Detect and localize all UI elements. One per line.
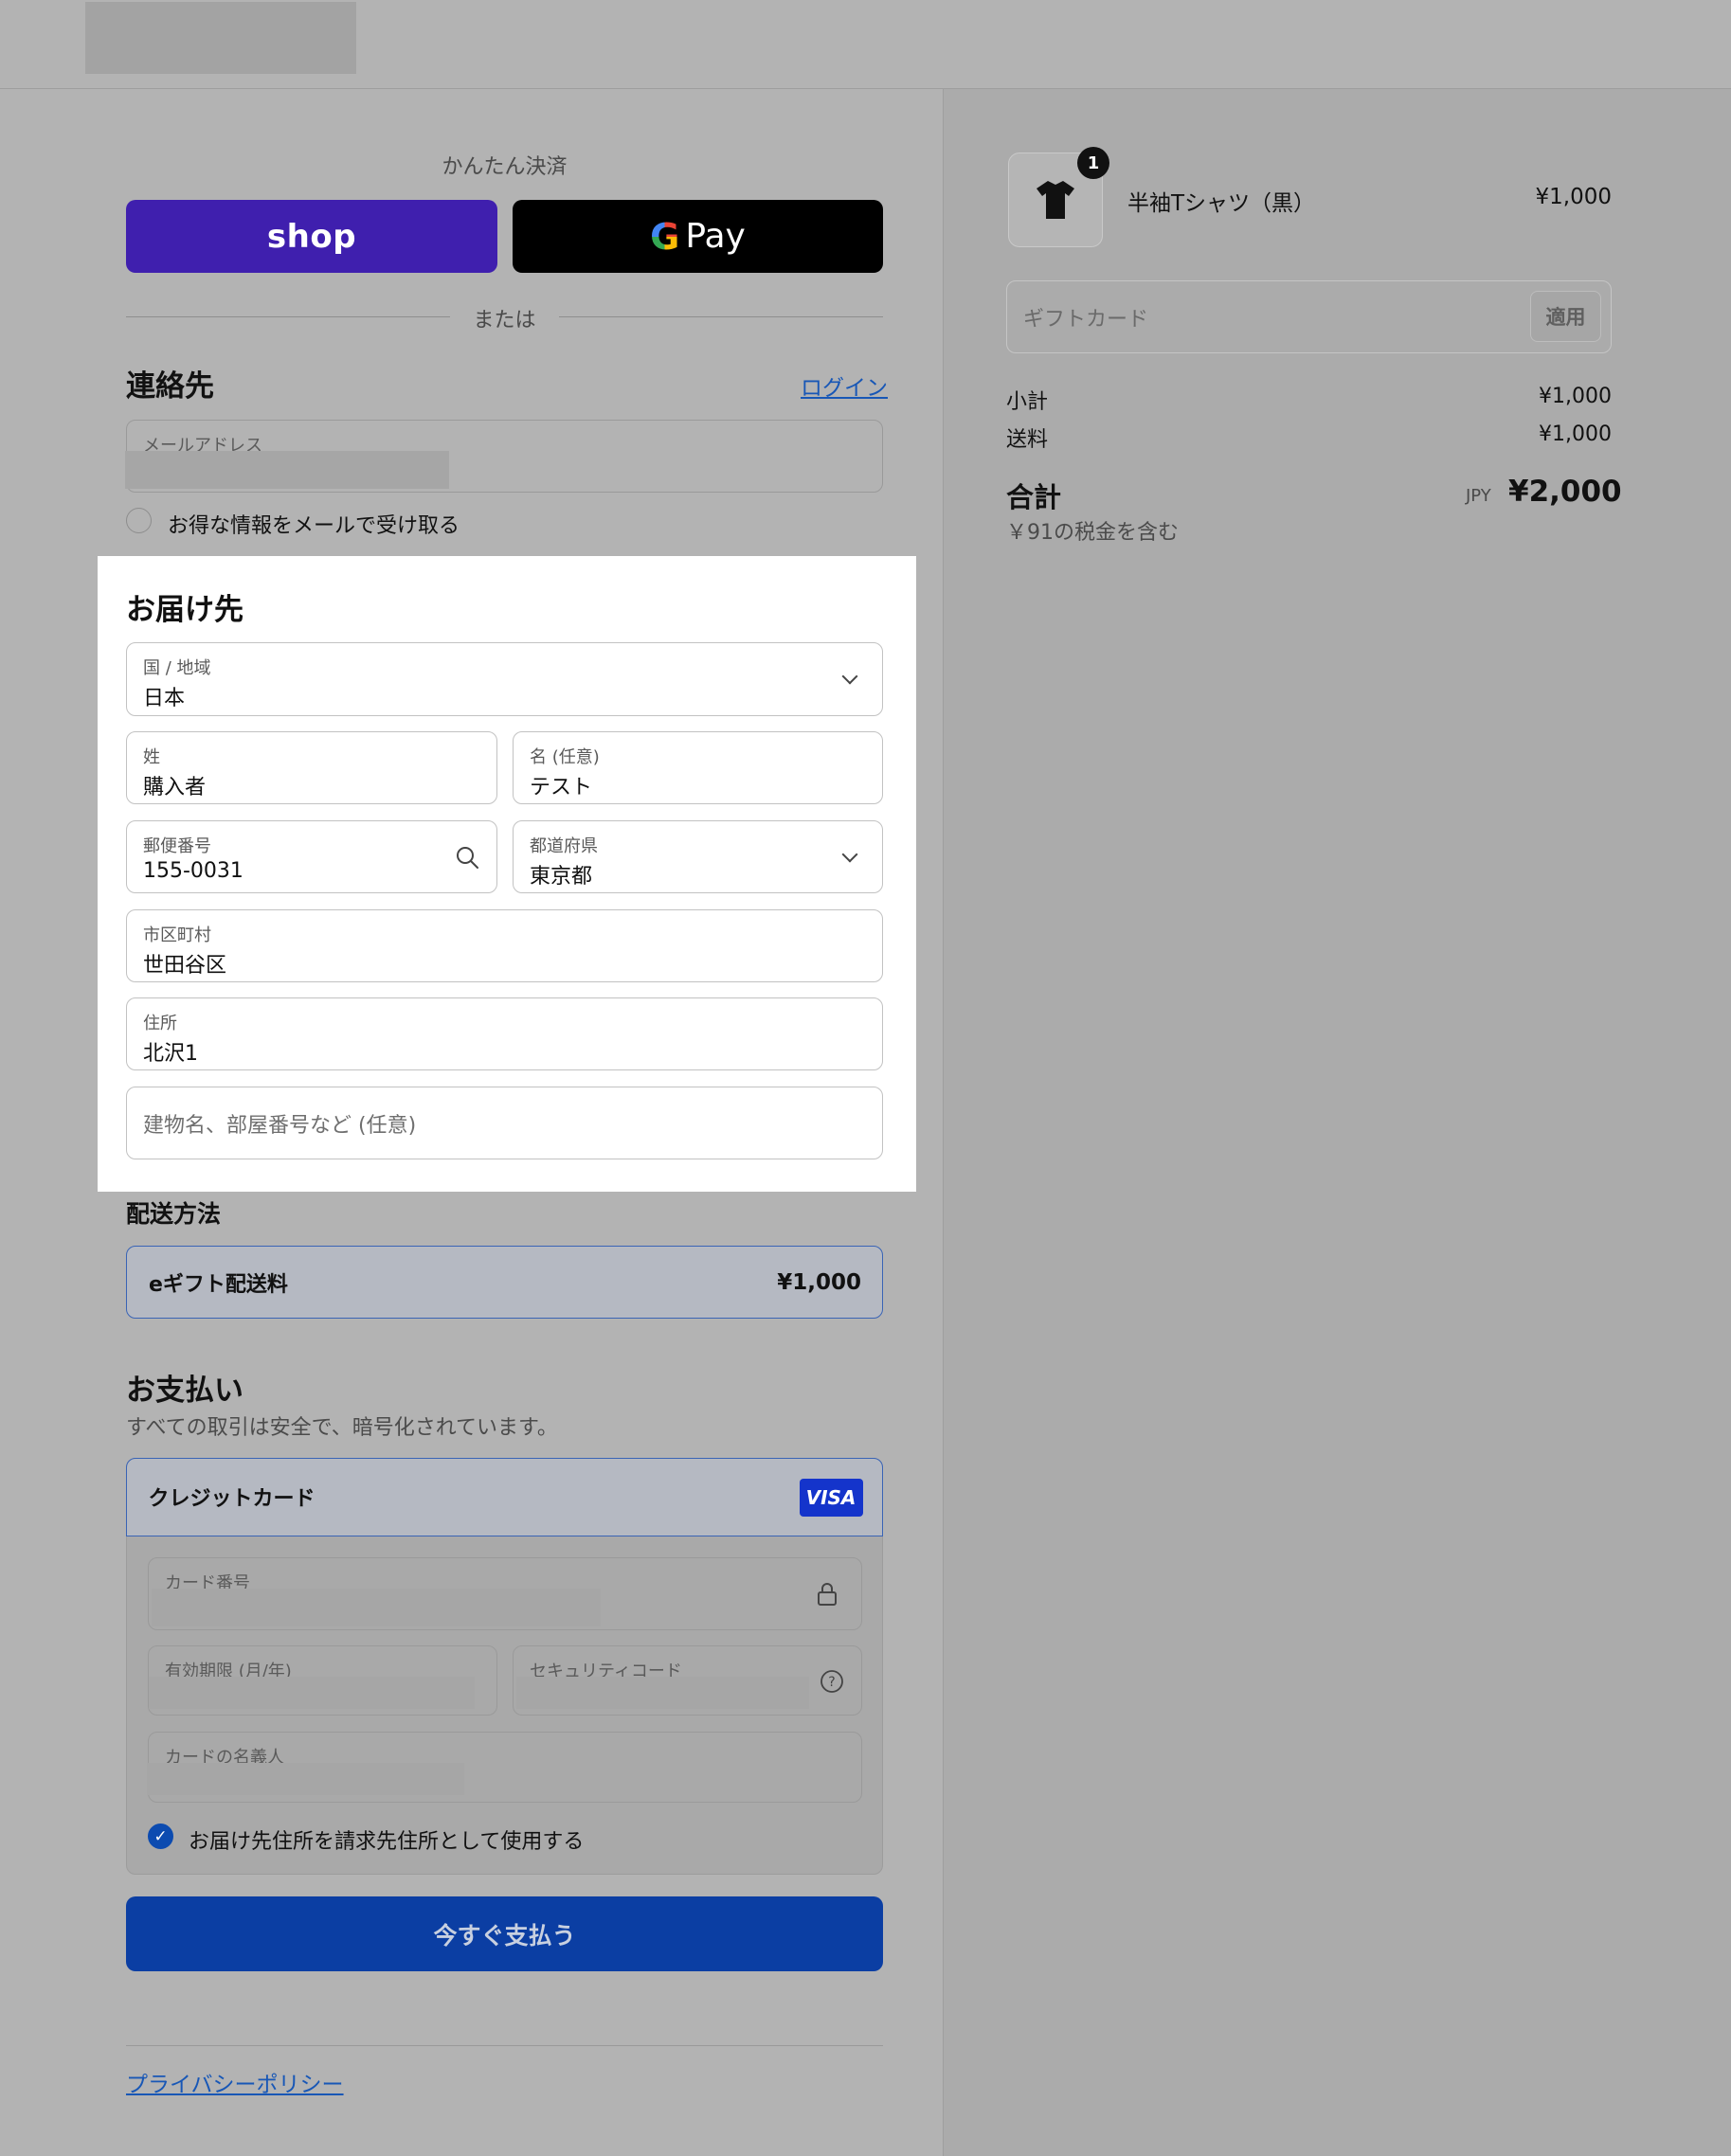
lock-icon — [818, 1583, 837, 1606]
newsletter-checkbox[interactable] — [126, 508, 152, 533]
postal-code-label: 郵便番号 — [143, 836, 211, 856]
country-label: 国 / 地域 — [143, 658, 211, 678]
shipping-label: 送料 — [1006, 428, 1049, 452]
address-value: 北沢1 — [143, 1042, 198, 1066]
email-field[interactable]: メールアドレス — [125, 420, 883, 493]
cardholder-name-redacted — [147, 1763, 464, 1795]
svg-text:?: ? — [828, 1675, 835, 1690]
apply-button[interactable]: 適用 — [1530, 291, 1601, 342]
subtotal-value: ¥1,000 — [1539, 385, 1612, 408]
tshirt-icon — [1037, 181, 1074, 219]
store-logo[interactable] — [85, 2, 356, 74]
shipping-value: ¥1,000 — [1539, 422, 1612, 446]
visa-icon: VISA — [799, 1478, 863, 1517]
product-price: ¥1,000 — [1535, 185, 1612, 209]
building-field[interactable]: 建物名、部屋番号など (任意) — [126, 1087, 883, 1159]
address-label: 住所 — [143, 1014, 177, 1033]
privacy-policy-link[interactable]: プライバシーポリシー — [126, 2066, 344, 2098]
pay-now-button[interactable]: 今すぐ支払う — [126, 1896, 883, 1971]
google-pay-label: Pay — [685, 217, 746, 256]
google-pay-button[interactable]: G Pay — [513, 200, 883, 273]
tax-note: ￥91の税金を含む — [1006, 521, 1179, 545]
address-field[interactable]: 住所 北沢1 — [126, 997, 883, 1070]
chevron-down-icon — [841, 668, 858, 685]
expiry-field[interactable]: 有効期限 (月/年) — [148, 1645, 497, 1716]
google-g-icon: G — [650, 215, 680, 258]
cardholder-name-field[interactable]: カードの名義人 — [147, 1732, 862, 1803]
gift-card-placeholder: ギフトカード — [1023, 307, 1149, 332]
product-name: 半袖Tシャツ（黒） — [1127, 191, 1316, 216]
total-label: 合計 — [1006, 481, 1062, 513]
credit-card-label: クレジットカード — [148, 1487, 316, 1511]
shipping-method-price: ¥1,000 — [777, 1269, 861, 1295]
first-name-field[interactable]: 名 (任意) テスト — [513, 731, 883, 804]
shop-pay-label: shop — [266, 217, 357, 256]
email-value-redacted — [125, 451, 449, 489]
or-divider: または — [126, 303, 883, 332]
prefecture-label: 都道府県 — [530, 836, 598, 856]
chevron-down-icon — [841, 846, 858, 863]
city-label: 市区町村 — [143, 925, 211, 945]
express-checkout-label: かんたん決済 — [442, 155, 568, 179]
expiry-redacted — [149, 1677, 475, 1709]
city-value: 世田谷区 — [143, 954, 227, 978]
shop-pay-button[interactable]: shop — [126, 200, 497, 273]
country-select[interactable]: 国 / 地域 日本 — [126, 642, 883, 716]
shipping-method-name: eギフト配送料 — [149, 1272, 288, 1297]
payment-subtitle: すべての取引は安全で、暗号化されています。 — [126, 1416, 558, 1440]
search-icon[interactable] — [455, 845, 479, 870]
gift-card-field[interactable]: ギフトカード 適用 — [1006, 280, 1612, 353]
last-name-field[interactable]: 姓 購入者 — [126, 731, 497, 804]
postal-code-field[interactable]: 郵便番号 155-0031 — [126, 820, 497, 893]
prefecture-value: 東京都 — [530, 865, 593, 889]
last-name-value: 購入者 — [143, 776, 207, 800]
header — [0, 0, 1731, 89]
shipping-heading: 配送方法 — [126, 1200, 222, 1228]
billing-same-checkbox[interactable]: ✓ — [148, 1824, 173, 1849]
billing-same-label: お届け先住所を請求先住所として使用する — [189, 1830, 585, 1854]
credit-card-panel: クレジットカード VISA カード番号 有効期限 (月/年) セキュリティコード… — [125, 1457, 883, 1875]
first-name-label: 名 (任意) — [530, 747, 600, 767]
subtotal-label: 小計 — [1006, 390, 1049, 414]
first-name-value: テスト — [530, 776, 593, 800]
last-name-label: 姓 — [143, 747, 160, 767]
security-code-redacted — [516, 1677, 809, 1709]
quantity-badge: 1 — [1077, 147, 1109, 179]
security-code-field[interactable]: セキュリティコード ? — [513, 1645, 862, 1716]
newsletter-label: お得な情報をメールで受け取る — [168, 514, 460, 538]
country-value: 日本 — [143, 687, 186, 710]
postal-code-value: 155-0031 — [143, 859, 243, 883]
card-number-field[interactable]: カード番号 — [148, 1557, 862, 1630]
delivery-heading: お届け先 — [126, 593, 243, 627]
currency-code: JPY — [1466, 486, 1491, 506]
prefecture-select[interactable]: 都道府県 東京都 — [513, 820, 883, 893]
city-field[interactable]: 市区町村 世田谷区 — [126, 909, 883, 982]
or-text: または — [473, 309, 536, 332]
footer-divider — [126, 2045, 883, 2046]
card-number-redacted — [152, 1589, 601, 1626]
help-icon[interactable]: ? — [820, 1669, 844, 1694]
total-value: ¥2,000 — [1508, 475, 1622, 509]
building-placeholder: 建物名、部屋番号など (任意) — [143, 1113, 417, 1138]
contact-heading: 連絡先 — [126, 369, 214, 404]
shipping-method-option[interactable]: eギフト配送料 ¥1,000 — [126, 1246, 883, 1319]
credit-card-option[interactable]: クレジットカード VISA — [125, 1457, 883, 1536]
login-link[interactable]: ログイン — [801, 369, 888, 402]
payment-heading: お支払い — [126, 1374, 243, 1408]
